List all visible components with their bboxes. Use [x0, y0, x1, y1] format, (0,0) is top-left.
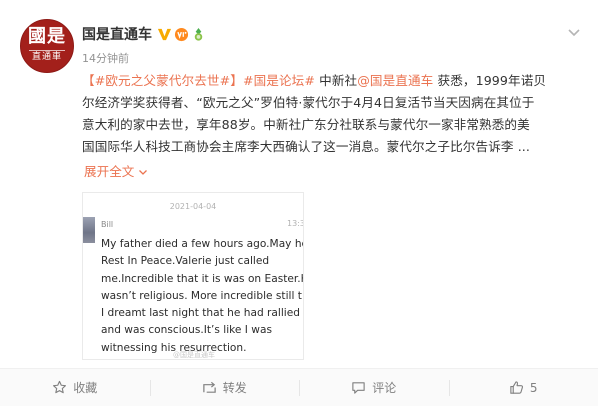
comment-button[interactable]: 评论: [299, 369, 449, 406]
repost-button[interactable]: 转发: [149, 369, 300, 406]
thumbs-up-icon: [510, 381, 523, 394]
post-text-line: 国国际华人科技工商协会主席李大西确认了这一消息。蒙代尔之子比尔告诉李 ...: [82, 139, 530, 154]
topic-link-mundell[interactable]: 【#欧元之父蒙代尔去世#】: [82, 73, 243, 88]
post-image[interactable]: 2021-04-04 Bill 13:3 My father died a fe…: [82, 192, 304, 360]
chat-message: My father died a few hours ago.May he Re…: [101, 236, 304, 357]
chat-sender-name: Bill: [101, 220, 114, 229]
image-watermark: @国是直通车: [173, 351, 215, 359]
post-text-line: 【#欧元之父蒙代尔去世#】#国是论坛# 中新社@国是直通车 获悉，1999年诺贝: [82, 70, 584, 92]
vip-member-icon[interactable]: [174, 27, 189, 42]
like-button[interactable]: 5: [448, 369, 598, 406]
expand-full-text-link[interactable]: 展开全文: [84, 162, 148, 182]
chevron-down-icon: [139, 170, 148, 175]
chat-sender-avatar: [83, 217, 95, 243]
chat-date: 2021-04-04: [169, 202, 217, 211]
chat-message-line: and was conscious.It’s like I was: [101, 324, 272, 337]
post-timestamp[interactable]: 14分钟前: [82, 50, 129, 66]
username[interactable]: 国是直通车: [82, 24, 152, 44]
mention-link[interactable]: @国是直通车: [357, 73, 433, 88]
repost-icon: [203, 381, 216, 393]
avatar-text-small: 直通車: [31, 52, 62, 62]
medal-icon[interactable]: [191, 27, 206, 42]
chat-time: 13:3: [287, 219, 304, 228]
chat-message-line: wasn’t religious. More incredible still …: [101, 289, 302, 302]
chat-message-line: Rest In Peace.Valerie just called: [101, 255, 270, 268]
post-actions-bar: 收藏 转发 评论 5: [0, 368, 598, 406]
verified-v-icon[interactable]: [157, 27, 172, 42]
chat-message-line: me.Incredible that it is was on Easter.H: [101, 272, 304, 285]
expand-label: 展开全文: [84, 164, 135, 179]
like-count: 5: [529, 380, 538, 395]
post-text-line: 意大利的家中去世，享年88岁。中新社广东分社联系与蒙代尔一家非常熟悉的美: [82, 117, 530, 132]
avatar[interactable]: 國是 直通車: [20, 19, 74, 73]
comment-icon: [352, 382, 365, 394]
chat-message-line: My father died a few hours ago.May he: [101, 238, 304, 250]
topic-link-forum[interactable]: #国是论坛#: [243, 73, 315, 88]
favorite-button[interactable]: 收藏: [0, 369, 150, 406]
favorite-label: 收藏: [73, 381, 98, 395]
chevron-down-icon[interactable]: [566, 24, 582, 40]
repost-label: 转发: [222, 381, 247, 395]
star-icon: [53, 380, 67, 394]
comment-label: 评论: [372, 381, 397, 395]
chat-message-line: I dreamt last night that he had rallied: [101, 307, 300, 320]
post-text-segment: 中新社: [315, 73, 358, 88]
user-row: 国是直通车: [82, 24, 206, 44]
post-text-line: 尔经济学奖获得者、“欧元之父”罗伯特·蒙代尔于4月4日复活节当天因病在其位于: [82, 95, 535, 110]
post-text: 【#欧元之父蒙代尔去世#】#国是论坛# 中新社@国是直通车 获悉，1999年诺贝…: [82, 70, 584, 158]
post-text-segment: 获悉，1999年诺贝: [433, 73, 547, 88]
avatar-text-large: 國是: [28, 26, 66, 47]
